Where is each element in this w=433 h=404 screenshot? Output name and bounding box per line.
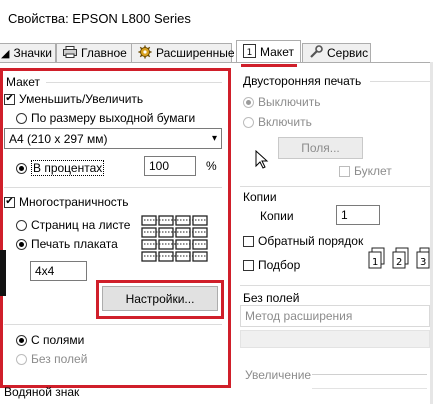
checkbox-label: Многостраничность (19, 195, 129, 209)
svg-text:2: 2 (396, 257, 402, 268)
duplex-margins-button[interactable]: Поля... (278, 137, 363, 159)
expansion-method-list[interactable] (240, 330, 430, 348)
collate-checkbox[interactable]: Подбор (243, 258, 300, 272)
group-divider (4, 187, 222, 188)
group-divider (46, 82, 222, 83)
checkbox-label: Обратный порядок (258, 234, 364, 248)
select-value: A4 (210 x 297 мм) (9, 131, 108, 146)
zoom-label: Увеличение (245, 368, 312, 382)
watermark-group-label: Водяной знак (4, 385, 80, 399)
percent-unit: % (206, 159, 217, 173)
copies-group-label: Копии (243, 190, 277, 204)
layout-group-label: Макет (6, 75, 40, 89)
booklet-checkbox[interactable]: Буклет (339, 164, 392, 178)
checkbox-label: Буклет (354, 164, 392, 178)
partial-icon: ◢ (1, 47, 10, 60)
poster-radio[interactable]: Печать плаката (16, 237, 118, 251)
svg-text:1: 1 (372, 257, 378, 268)
checkbox-label: Подбор (258, 258, 301, 272)
group-divider (240, 186, 430, 187)
radio-label: Включить (258, 115, 312, 129)
tab-layout[interactable]: 1 Макет (236, 40, 301, 63)
radio-label: В процентах (31, 160, 105, 176)
check-icon: ✔ (4, 93, 15, 105)
borderless-radio[interactable]: Без полей (16, 352, 87, 366)
checkbox-icon (243, 235, 254, 247)
tab-main[interactable]: Главное (56, 43, 132, 62)
borderless-group-label: Без полей (243, 291, 300, 305)
poster-preview-icon (140, 214, 210, 267)
checkbox-icon (243, 259, 254, 271)
page-layout-icon: 1 (243, 43, 256, 61)
with-margins-radio[interactable]: С полями (16, 333, 84, 347)
svg-text:3: 3 (420, 257, 426, 268)
tab-advanced[interactable]: Расширенные (131, 43, 235, 62)
poster-settings-button[interactable]: Настройки... (102, 286, 218, 311)
radio-icon (16, 353, 27, 365)
radio-label: Страниц на листе (31, 218, 131, 232)
copies-label: Копии (260, 209, 294, 223)
duplex-off-radio[interactable]: Выключить (243, 95, 320, 109)
tab-label: Сервис (327, 46, 369, 60)
radio-label: Печать плаката (31, 237, 118, 251)
radio-label: Без полей (31, 352, 88, 366)
duplex-group-label: Двусторонняя печать (243, 74, 362, 88)
expansion-method-select[interactable]: Метод расширения (240, 305, 430, 327)
background-window-edge (0, 250, 6, 296)
group-divider (4, 324, 222, 325)
zoom-slider-ticks (312, 388, 427, 389)
radio-label: По размеру выходной бумаги (31, 111, 196, 125)
tab-service[interactable]: Сервис (302, 43, 371, 62)
radio-icon (243, 96, 254, 108)
chevron-down-icon: ▾ (211, 133, 217, 144)
gear-icon (138, 45, 152, 62)
pages-per-sheet-radio[interactable]: Страниц на листе (16, 218, 130, 232)
collate-preview-icon: 1 2 3 (368, 246, 430, 275)
input-value: 1 (341, 208, 348, 222)
svg-text:1: 1 (247, 48, 253, 58)
multipage-checkbox[interactable]: ✔ Многостраничность (4, 195, 129, 209)
window-title: Свойства: EPSON L800 Series (8, 11, 191, 26)
radio-icon (16, 219, 27, 231)
printer-icon (63, 45, 77, 61)
tab-label: Главное (81, 46, 127, 60)
checkbox-icon (339, 165, 350, 177)
mouse-cursor-icon (255, 149, 269, 173)
radio-label: Выключить (258, 95, 321, 109)
radio-label: С полями (31, 333, 85, 347)
tab-label: Расширенные (156, 46, 235, 60)
input-value: 100 (149, 159, 170, 173)
zoom-slider-track[interactable] (312, 374, 427, 375)
paper-size-select[interactable]: A4 (210 x 297 мм) ▾ (4, 128, 222, 149)
group-divider (370, 81, 430, 82)
select-value: 4x4 (35, 264, 55, 278)
reduce-enlarge-checkbox[interactable]: ✔ Уменьшить/Увеличить (4, 92, 143, 106)
radio-icon (243, 116, 254, 128)
radio-icon (16, 334, 27, 346)
wrench-icon (309, 44, 323, 62)
checkbox-label: Уменьшить/Увеличить (19, 92, 144, 106)
tab-icons[interactable]: ◢ Значки (0, 43, 56, 62)
radio-icon (16, 112, 27, 124)
poster-size-select[interactable]: 4x4 (30, 261, 87, 281)
group-divider (240, 285, 430, 286)
check-icon: ✔ (4, 196, 15, 208)
reverse-order-checkbox[interactable]: Обратный порядок (243, 234, 363, 248)
radio-icon (16, 162, 27, 174)
tab-label: Значки (13, 46, 52, 60)
select-value: Метод расширения (245, 309, 353, 323)
duplex-on-radio[interactable]: Включить (243, 115, 312, 129)
fit-to-page-radio[interactable]: По размеру выходной бумаги (16, 111, 195, 125)
active-tab-highlight (241, 64, 297, 67)
percent-input[interactable]: 100 (144, 156, 196, 176)
copies-input[interactable]: 1 (336, 205, 380, 225)
radio-icon (16, 238, 27, 250)
tab-panel-border (0, 62, 433, 63)
percent-radio[interactable]: В процентах (16, 160, 105, 176)
tab-label: Макет (260, 45, 294, 59)
